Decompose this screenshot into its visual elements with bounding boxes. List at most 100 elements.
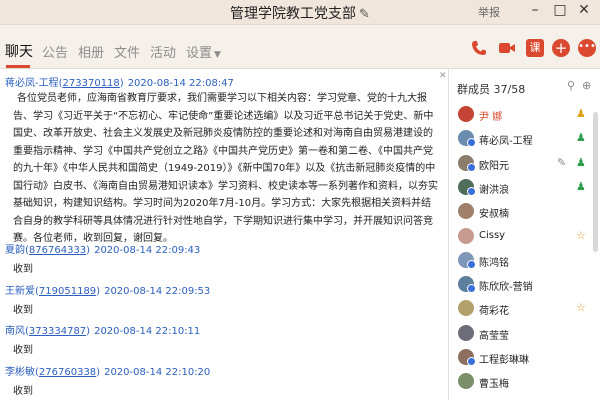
sender-name[interactable]: 南风(373334787) <box>5 326 90 337</box>
star-icon: ☆ <box>576 301 586 315</box>
member-name: 蒋必凤-工程 <box>479 136 533 148</box>
message-header: 南风(373334787) 2020-08-14 22:10:11 <box>5 322 200 337</box>
avatar[interactable] <box>458 203 474 220</box>
video-icon[interactable] <box>498 39 516 57</box>
message-time: 2020-08-14 22:10:11 <box>94 326 201 337</box>
tab-bar: 聊天 公告 相册 文件 活动 设置 ▼ 课 + ••• <box>0 25 600 69</box>
online-badge-icon <box>467 357 476 366</box>
member-name: 曹玉梅 <box>479 379 509 391</box>
sender-name[interactable]: 蒋必凤-工程(273370118) <box>5 78 124 89</box>
tab-settings[interactable]: 设置 ▼ <box>186 42 221 61</box>
online-badge-icon <box>467 284 476 294</box>
sender-qq-link[interactable]: 273370118 <box>63 78 120 89</box>
message-header: 夏韵(876764333) 2020-08-14 22:09:43 <box>5 241 200 256</box>
sender-name-text: 王新爱 <box>5 286 35 297</box>
message-body: 收到 <box>13 386 33 397</box>
owner-icon: ♟ <box>576 107 586 120</box>
more-icon[interactable]: ••• <box>578 39 596 57</box>
report-link[interactable]: 举报 <box>478 4 500 20</box>
pencil-icon[interactable]: ✎ <box>359 7 370 22</box>
sender-name[interactable]: 王新爱(719051189) <box>5 286 100 297</box>
sender-qq-link[interactable]: 276760338 <box>39 367 96 378</box>
member-name: 高莹莹 <box>479 330 509 342</box>
admin-icon: ♟ <box>576 131 586 145</box>
message-time: 2020-08-14 22:10:20 <box>104 367 211 378</box>
course-icon-label: 课 <box>529 41 541 54</box>
member-name: 谢洪浪 <box>479 184 509 196</box>
online-badge-icon <box>467 259 476 269</box>
online-badge-icon <box>467 138 476 148</box>
member-item[interactable]: 荷彩花 ☆ <box>449 298 592 320</box>
avatar[interactable] <box>458 300 474 317</box>
message-body: 收到 <box>13 264 33 275</box>
member-item[interactable]: 陈欣欣-营销 <box>449 274 592 296</box>
member-item[interactable]: 陈鸿铭 <box>449 250 592 272</box>
member-item[interactable]: 曹玉梅 <box>449 371 592 393</box>
online-badge-icon <box>467 162 476 172</box>
member-name: 尹 娜 <box>479 112 503 123</box>
member-name: 陈鸿铭 <box>479 257 509 269</box>
search-icon[interactable]: ⚲ <box>567 79 575 92</box>
add-icon[interactable]: + <box>552 39 570 57</box>
member-count-label: 群成员 <box>457 83 490 96</box>
admin-icon: ♟ <box>576 179 586 193</box>
member-item[interactable]: 谢洪浪 ♟ <box>449 177 592 199</box>
phone-icon[interactable] <box>470 39 488 57</box>
avatar[interactable] <box>458 154 476 172</box>
sender-name-text: 李彬敏 <box>5 367 35 378</box>
sender-qq-link[interactable]: 373334787 <box>29 326 86 337</box>
avatar[interactable] <box>458 178 476 196</box>
avatar[interactable] <box>458 276 476 294</box>
online-badge-icon <box>467 186 476 196</box>
active-tab-indicator <box>6 65 30 68</box>
tab-files[interactable]: 文件 <box>114 42 140 61</box>
course-icon[interactable]: 课 <box>526 39 544 57</box>
member-name: Cissy <box>479 229 506 241</box>
sender-name-text: 南风 <box>5 326 25 337</box>
avatar[interactable] <box>458 373 474 390</box>
member-name: 陈欣欣-营销 <box>479 282 533 294</box>
avatar[interactable] <box>458 324 474 341</box>
member-name: 荷彩花 <box>479 306 509 318</box>
avatar[interactable] <box>458 106 474 122</box>
sender-name[interactable]: 夏韵(876764333) <box>5 245 90 256</box>
member-name: 欧阳元 <box>479 160 509 172</box>
member-panel: 群成员 37/58 ⚲ ⊕ 尹 娜 ♟ 蒋必凤-工程 ♟ 欧阳元 ✎ ♟ 谢洪浪 ♟ 安叔楠 Cis… <box>449 69 600 400</box>
close-icon[interactable]: ✕ <box>575 2 593 18</box>
maximize-icon[interactable]: □ <box>551 2 569 18</box>
avatar[interactable] <box>458 251 476 269</box>
chat-message-area[interactable]: 蒋必凤-工程(273370118) 2020-08-14 22:08:47 各位党… <box>0 69 448 400</box>
add-member-icon[interactable]: ⊕ <box>582 79 591 92</box>
avatar[interactable] <box>458 349 476 366</box>
edit-icon[interactable]: ✎ <box>557 156 566 169</box>
member-item[interactable]: 尹 娜 ♟ <box>449 104 592 126</box>
sender-qq-link[interactable]: 876764333 <box>29 245 86 256</box>
tab-activity[interactable]: 活动 <box>150 42 176 61</box>
avatar[interactable] <box>458 130 476 148</box>
sender-name[interactable]: 李彬敏(276760338) <box>5 367 100 378</box>
avatar[interactable] <box>458 227 474 244</box>
collapse-icon[interactable]: ✕ <box>439 71 447 81</box>
message-time: 2020-08-14 22:09:43 <box>94 245 201 256</box>
tab-chat[interactable]: 聊天 <box>5 41 33 61</box>
member-item[interactable]: Cissy ☆ <box>449 226 592 248</box>
message-header: 蒋必凤-工程(273370118) 2020-08-14 22:08:47 <box>5 74 234 89</box>
scrollbar[interactable] <box>593 112 598 252</box>
member-item[interactable]: 蒋必凤-工程 ♟ <box>449 128 592 150</box>
tab-announcement[interactable]: 公告 <box>42 42 68 61</box>
message-header: 李彬敏(276760338) 2020-08-14 22:10:20 <box>5 363 210 378</box>
member-item[interactable]: 欧阳元 ✎ ♟ <box>449 153 592 175</box>
member-item[interactable]: 高莹莹 <box>449 323 592 345</box>
tab-album[interactable]: 相册 <box>78 42 104 61</box>
member-item[interactable]: 安叔楠 <box>449 201 592 223</box>
sender-name-text: 蒋必凤-工程 <box>5 78 59 89</box>
chevron-down-icon: ▼ <box>214 50 221 60</box>
member-name: 安叔楠 <box>479 209 509 221</box>
tab-settings-label: 设置 <box>186 46 213 61</box>
sender-qq-link[interactable]: 719051189 <box>39 286 96 297</box>
member-item[interactable]: 工程彭琳琳 <box>449 347 592 369</box>
message-header: 王新爱(719051189) 2020-08-14 22:09:53 <box>5 282 210 297</box>
star-icon: ☆ <box>576 228 586 242</box>
minimize-icon[interactable]: – <box>526 2 544 18</box>
sender-name-text: 夏韵 <box>5 245 25 256</box>
